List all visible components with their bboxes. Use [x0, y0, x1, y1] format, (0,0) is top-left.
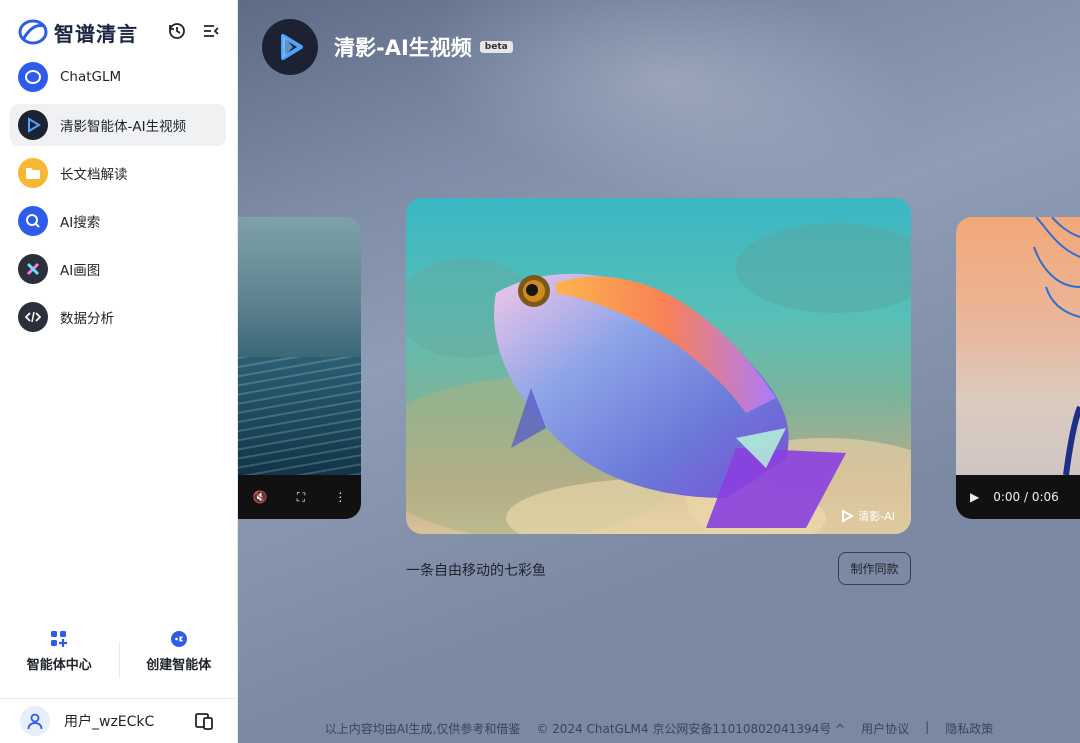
coral-branch-image — [1033, 217, 1080, 476]
code-icon — [18, 302, 48, 332]
rainbow-fish-image — [406, 223, 911, 534]
video-caption: 一条自由移动的七彩鱼 — [406, 563, 546, 579]
collapse-sidebar-icon[interactable] — [200, 20, 222, 42]
username: 用户_wzECkC — [64, 714, 155, 730]
video-card-main[interactable]: 清影-AI — [406, 198, 911, 534]
page-title-text: 清影-AI生视频 — [334, 36, 472, 60]
create-agent-icon — [170, 631, 187, 647]
grid-icon — [51, 631, 68, 647]
sidebar-item-ai-draw[interactable]: AI画图 — [10, 248, 226, 290]
mute-icon[interactable]: 🔇 — [253, 490, 268, 504]
search-icon — [18, 206, 48, 236]
play-icon[interactable]: ▶ — [970, 490, 979, 504]
watermark-text: 清影-AI — [858, 510, 895, 523]
video-controls: ▶ 0:00 / 0:06 — [956, 475, 1080, 519]
sidebar-item-label: 数据分析 — [60, 311, 114, 327]
sidebar-item-label: AI画图 — [60, 263, 101, 279]
page-title: 清影-AI生视频 beta — [334, 32, 513, 62]
history-icon[interactable] — [166, 20, 188, 42]
video-controls: 🔇 ⛶ ⋮ — [238, 475, 361, 519]
agent-center-button[interactable]: 智能体中心 — [0, 630, 119, 690]
play-logo-icon — [281, 34, 303, 60]
sidebar-item-label: 清影智能体-AI生视频 — [60, 119, 187, 135]
bottom-actions: 智能体中心 创建智能体 — [0, 630, 238, 690]
qingying-watermark: 清影-AI — [840, 508, 895, 524]
beta-badge: beta — [479, 41, 513, 53]
sidebar-nav: ChatGLM 清影智能体-AI生视频 长文档解读 AI搜索 AI画图 数据分析 — [10, 56, 226, 344]
chatglm-icon — [18, 62, 48, 92]
user-icon — [27, 713, 43, 730]
folder-icon — [18, 158, 48, 188]
sidebar-item-label: 长文档解读 — [60, 167, 128, 183]
privacy-policy-link[interactable]: 隐私政策 — [945, 720, 993, 737]
disclaimer-text: 以上内容均由AI生成,仅供参考和借鉴 — [324, 722, 521, 736]
make-same-button[interactable]: 制作同款 — [838, 552, 911, 585]
sidebar-item-chatglm[interactable]: ChatGLM — [10, 56, 226, 98]
qingying-logo — [262, 19, 318, 75]
copyright-text[interactable]: © 2024 ChatGLM4 京公网安备11010802041394号 ^ — [536, 720, 845, 737]
ocean-waves-image — [238, 357, 361, 477]
video-card-next[interactable]: ▶ 0:00 / 0:06 — [956, 217, 1080, 519]
sidebar-item-long-doc[interactable]: 长文档解读 — [10, 152, 226, 194]
paint-icon — [18, 254, 48, 284]
sidebar-item-label: ChatGLM — [60, 69, 122, 85]
brand-name: 智谱清言 — [54, 21, 138, 46]
user-profile[interactable]: 用户_wzECkC — [0, 698, 238, 743]
video-time: 0:00 / 0:06 — [993, 490, 1059, 504]
sidebar-item-label: AI搜索 — [60, 215, 101, 231]
agent-center-label: 智能体中心 — [26, 658, 92, 673]
sidebar-item-data-analysis[interactable]: 数据分析 — [10, 296, 226, 338]
sidebar: 智谱清言 ChatGLM 清影智能体-AI生视频 长文档解读 AI搜索 AI画图… — [0, 0, 238, 743]
sidebar-item-qingying[interactable]: 清影智能体-AI生视频 — [10, 104, 226, 146]
sidebar-item-ai-search[interactable]: AI搜索 — [10, 200, 226, 242]
play-logo-icon — [18, 110, 48, 140]
footer: 以上内容均由AI生成,仅供参考和借鉴 © 2024 ChatGLM4 京公网安备… — [238, 720, 1080, 737]
fullscreen-icon[interactable]: ⛶ — [297, 490, 305, 505]
avatar[interactable] — [20, 706, 50, 736]
zhipu-logo-icon — [18, 19, 48, 45]
play-logo-icon — [842, 509, 855, 523]
more-options-icon[interactable]: ⋮ — [334, 490, 346, 504]
brand[interactable]: 智谱清言 — [18, 14, 138, 50]
devices-icon[interactable] — [194, 711, 214, 735]
footer-separator: | — [925, 720, 930, 734]
video-card-prev[interactable]: 🔇 ⛶ ⋮ — [238, 217, 361, 519]
create-agent-label: 创建智能体 — [146, 658, 212, 673]
user-agreement-link[interactable]: 用户协议 — [861, 720, 909, 737]
create-agent-button[interactable]: 创建智能体 — [120, 630, 239, 690]
main-area: 清影-AI生视频 beta 🔇 ⛶ ⋮ 清影-AI 一条自由移动的七彩鱼 制作同… — [238, 0, 1080, 743]
